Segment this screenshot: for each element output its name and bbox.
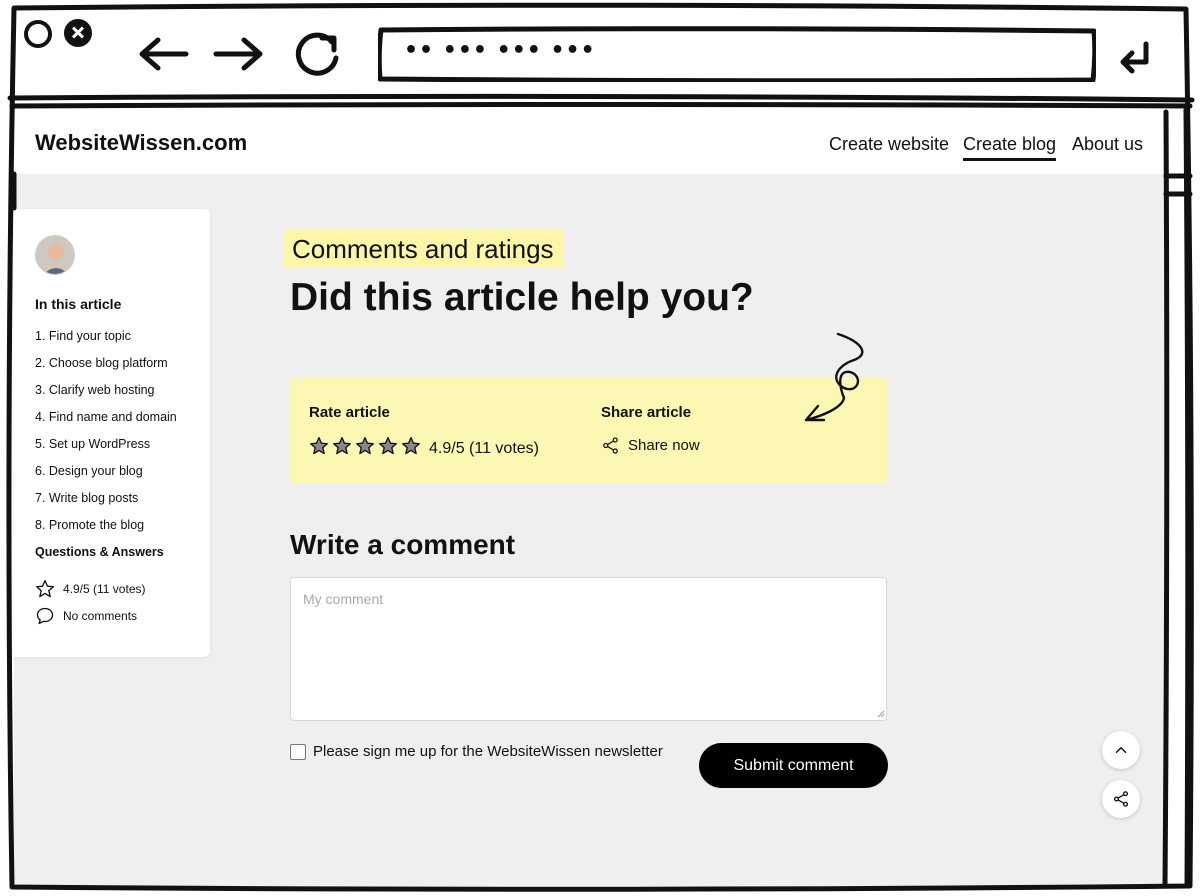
share-icon: [603, 437, 618, 454]
newsletter-label: Please sign me up for the WebsiteWissen …: [313, 743, 663, 760]
window-minimize-button[interactable]: [64, 19, 92, 47]
enter-icon[interactable]: [1118, 40, 1152, 74]
site-logo[interactable]: WebsiteWissen.com: [35, 130, 247, 156]
toc-item[interactable]: 2. Choose blog platform: [35, 355, 177, 382]
toc-item[interactable]: 4. Find name and domain: [35, 409, 177, 436]
rating-summary: 4.9/5 (11 votes): [429, 440, 539, 457]
toc-item[interactable]: 6. Design your blog: [35, 463, 177, 490]
star-icon[interactable]: [332, 436, 352, 456]
arrow-right-icon[interactable]: [212, 36, 264, 72]
chevron-up-icon: [1115, 747, 1127, 753]
star-icon[interactable]: [378, 436, 398, 456]
nav-create-blog[interactable]: Create blog: [963, 134, 1057, 161]
share-icon: [1113, 791, 1129, 807]
nav-about-us[interactable]: About us: [1072, 134, 1143, 155]
url-bar[interactable]: •• ••• ••• •••: [378, 26, 1096, 82]
url-text: •• ••• ••• •••: [404, 38, 596, 63]
site-header: WebsiteWissen.com Create website Create …: [14, 110, 1166, 174]
arrow-left-icon[interactable]: [138, 36, 190, 72]
newsletter-checkbox[interactable]: [290, 743, 306, 760]
star-icon[interactable]: [309, 436, 329, 456]
rate-article-label: Rate article: [309, 404, 390, 421]
reload-icon[interactable]: [292, 28, 342, 80]
toc-title: In this article: [35, 296, 122, 312]
share-article-label: Share article: [601, 404, 692, 421]
toc-list: 1. Find your topic 2. Choose blog platfo…: [35, 328, 177, 544]
submit-comment-button[interactable]: Submit comment: [699, 743, 888, 788]
share-now-link[interactable]: Share now: [601, 436, 700, 455]
page-title: Did this article help you?: [290, 276, 754, 319]
rate-share-panel: Rate article 4.9/5 (11 votes) Share arti…: [290, 378, 887, 484]
star-icon: [36, 580, 54, 598]
sidebar-comments[interactable]: No comments: [35, 606, 137, 626]
window-close-button[interactable]: [24, 20, 52, 48]
toc-item[interactable]: 5. Set up WordPress: [35, 436, 177, 463]
toc-item[interactable]: 1. Find your topic: [35, 328, 177, 355]
scroll-to-top-button[interactable]: [1102, 731, 1140, 769]
comment-bubble-icon: [36, 607, 54, 625]
author-avatar: [35, 235, 75, 275]
section-eyebrow: Comments and ratings: [283, 230, 563, 268]
sidebar-rating-text: 4.9/5 (11 votes): [63, 582, 146, 596]
toc-item[interactable]: 7. Write blog posts: [35, 490, 177, 517]
squiggle-arrow-icon: [804, 332, 864, 422]
share-now-label: Share now: [628, 437, 700, 454]
write-comment-title: Write a comment: [290, 529, 516, 560]
article-sidebar: In this article 1. Find your topic 2. Ch…: [14, 209, 210, 657]
sidebar-rating[interactable]: 4.9/5 (11 votes): [35, 579, 146, 599]
toc-item[interactable]: 3. Clarify web hosting: [35, 382, 177, 409]
floating-share-button[interactable]: [1102, 780, 1140, 818]
comment-input[interactable]: [290, 577, 887, 721]
toc-questions-answers[interactable]: Questions & Answers: [35, 545, 164, 559]
star-rating[interactable]: [309, 436, 421, 456]
toc-item[interactable]: 8. Promote the blog: [35, 517, 177, 544]
star-icon[interactable]: [401, 436, 421, 456]
resize-grip-icon[interactable]: [876, 709, 885, 718]
nav-create-website[interactable]: Create website: [829, 134, 949, 155]
star-icon[interactable]: [355, 436, 375, 456]
newsletter-option[interactable]: Please sign me up for the WebsiteWissen …: [290, 743, 663, 760]
sidebar-comments-text: No comments: [63, 609, 138, 623]
